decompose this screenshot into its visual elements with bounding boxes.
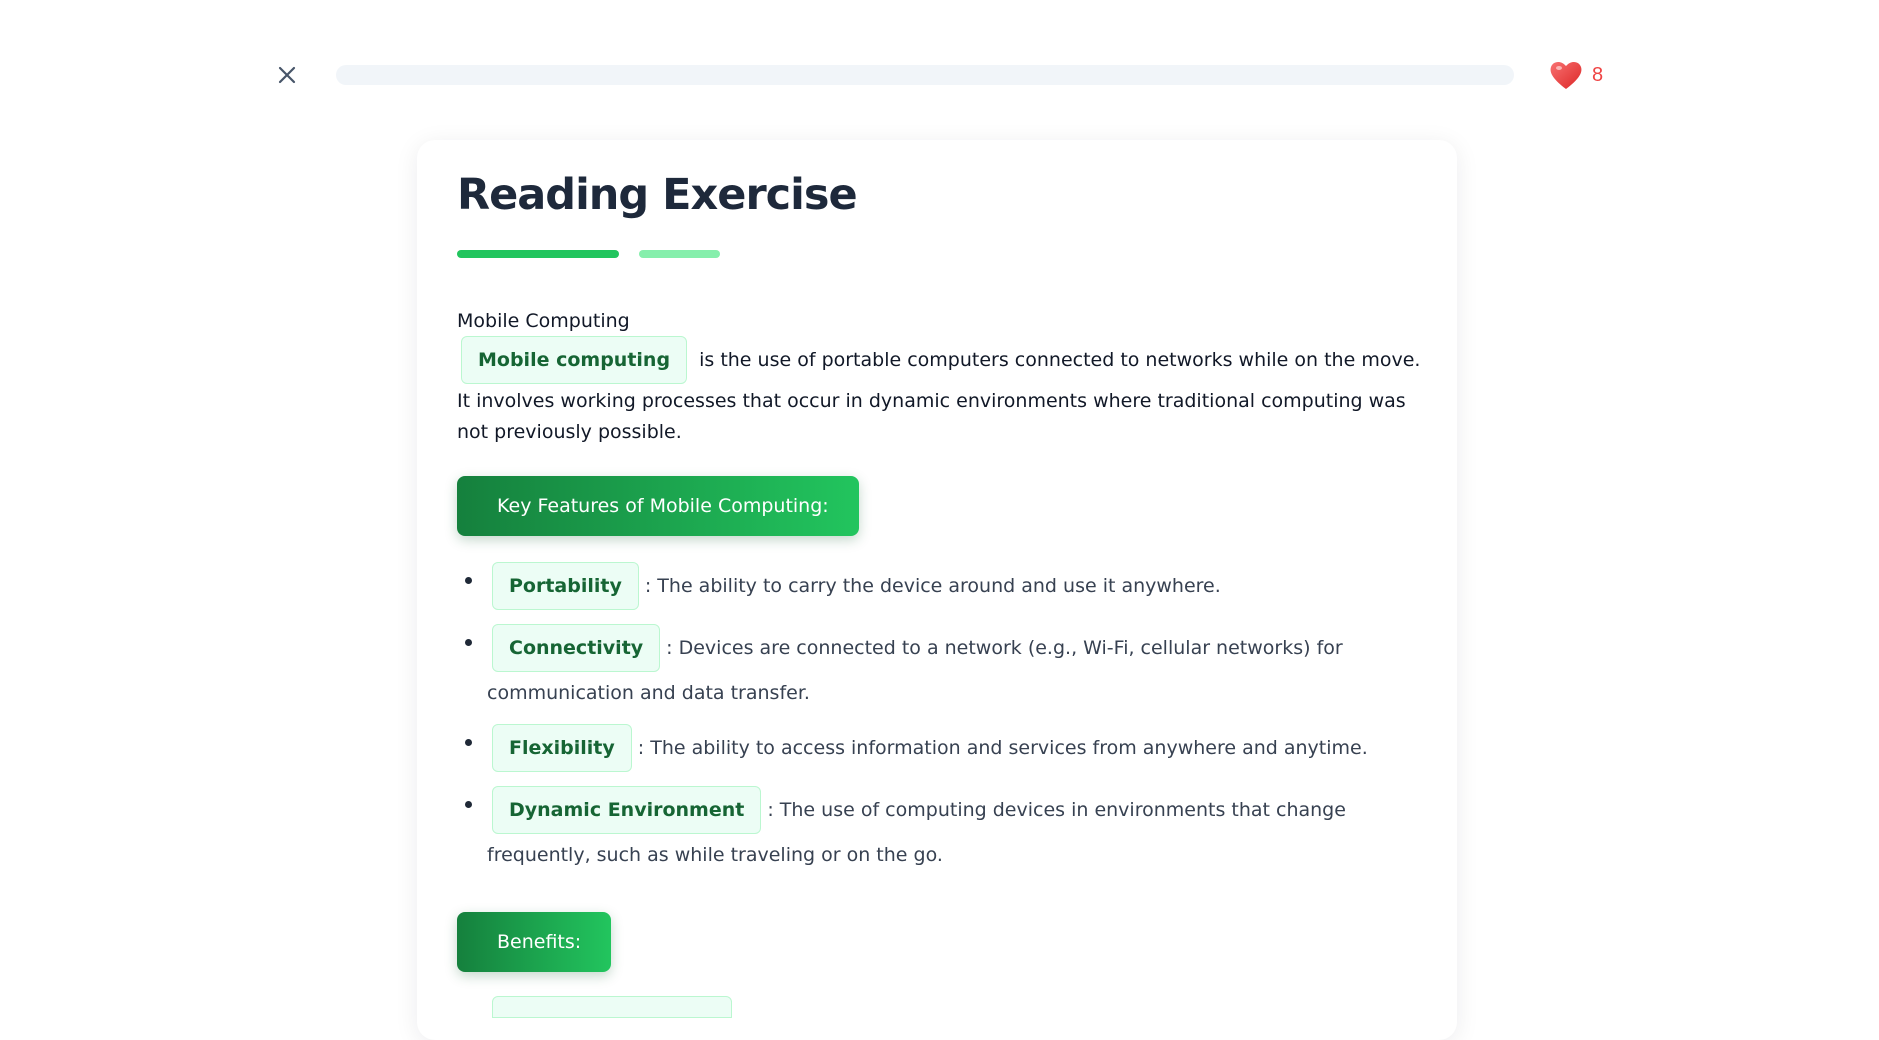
heart-icon xyxy=(1550,61,1582,89)
feature-description: : The ability to access information and … xyxy=(637,737,1368,759)
section-header-benefits: Benefits: xyxy=(457,912,612,972)
list-item: Dynamic Environment: The use of computin… xyxy=(457,784,1422,874)
bullet-icon xyxy=(465,639,472,646)
topic-heading: Mobile Computing xyxy=(457,310,630,332)
reading-card: Reading Exercise Mobile Computing Mobile… xyxy=(417,140,1457,1040)
bullet-icon xyxy=(465,801,472,808)
close-button[interactable] xyxy=(272,60,302,90)
lesson-progress-bar xyxy=(336,65,1514,85)
hearts-counter: 8 xyxy=(1548,58,1603,92)
reading-content: Reading Exercise Mobile Computing Mobile… xyxy=(457,170,1422,1018)
underline-primary xyxy=(457,250,619,258)
term-chip-dynamic-environment[interactable]: Dynamic Environment xyxy=(492,786,762,834)
underline-secondary xyxy=(639,250,720,258)
lesson-topbar: 8 xyxy=(0,0,1879,150)
term-chip-mobile-computing[interactable]: Mobile computing xyxy=(461,336,688,384)
list-item: Flexibility: The ability to access infor… xyxy=(457,722,1422,774)
hearts-count: 8 xyxy=(1592,63,1604,86)
feature-description: : The ability to carry the device around… xyxy=(644,575,1221,597)
term-chip-portability[interactable]: Portability xyxy=(492,562,639,610)
title-underline xyxy=(457,250,1422,258)
section-header-key-features: Key Features of Mobile Computing: xyxy=(457,476,859,536)
benefit-chip-partial[interactable] xyxy=(492,996,732,1018)
term-chip-flexibility[interactable]: Flexibility xyxy=(492,724,632,772)
intro-paragraph: Mobile computing is the use of portable … xyxy=(457,334,1422,448)
page-title: Reading Exercise xyxy=(457,170,858,220)
list-item: Portability: The ability to carry the de… xyxy=(457,560,1422,612)
close-icon xyxy=(278,66,296,84)
term-chip-connectivity[interactable]: Connectivity xyxy=(492,624,661,672)
bullet-icon xyxy=(465,739,472,746)
bullet-icon xyxy=(465,577,472,584)
list-item: Connectivity: Devices are connected to a… xyxy=(457,622,1422,712)
features-list: Portability: The ability to carry the de… xyxy=(457,560,1422,874)
